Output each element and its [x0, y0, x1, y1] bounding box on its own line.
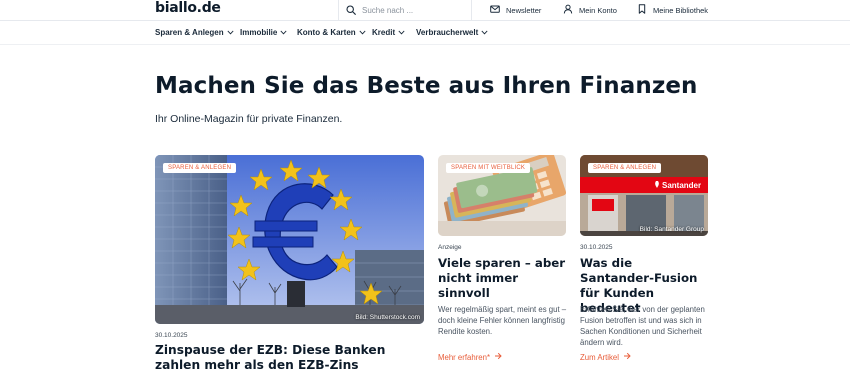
chevron-down-icon	[356, 28, 366, 37]
nav-label: Kredit	[372, 28, 396, 37]
article-title[interactable]: Viele sparen – aber nicht immer sinnvoll	[438, 256, 566, 301]
nav-item-kredit[interactable]: Kredit	[372, 28, 405, 37]
article-teaser: Wer regelmäßig spart, meint es gut – doc…	[438, 305, 567, 336]
main-navigation: Sparen & Anlegen Immobilie Konto & Karte…	[0, 22, 850, 45]
nav-item-konto-karten[interactable]: Konto & Karten	[297, 28, 366, 37]
search-input[interactable]	[362, 6, 462, 15]
ad-label: Anzeige	[438, 244, 462, 251]
library-label: Meine Bibliothek	[653, 5, 709, 15]
chevron-down-icon	[277, 28, 287, 37]
ezb-euro-sculpture-image	[155, 155, 424, 324]
account-link[interactable]: Mein Konto	[563, 0, 617, 20]
article-title[interactable]: Zinspause der EZB: Diese Banken zahlen m…	[155, 343, 430, 373]
newsletter-label: Newsletter	[506, 5, 542, 15]
chevron-down-icon	[395, 28, 405, 37]
read-more-link[interactable]: Mehr erfahren*	[438, 352, 502, 362]
read-more-link[interactable]: Zum Artikel	[580, 352, 631, 362]
category-badge[interactable]: Sparen mit Weitblick	[446, 163, 531, 173]
nav-label: Verbraucherwelt	[416, 28, 479, 37]
search-box[interactable]	[338, 0, 472, 21]
article-image-ezb[interactable]: Sparen & Anlegen Bild: Shutterstock.com	[155, 155, 424, 324]
category-badge[interactable]: Sparen & Anlegen	[163, 163, 237, 173]
library-link[interactable]: Meine Bibliothek	[637, 0, 708, 20]
user-icon	[563, 4, 579, 16]
logo[interactable]: biallo.de	[155, 0, 221, 17]
arrow-right-icon	[619, 352, 631, 362]
bookmark-icon	[637, 4, 653, 16]
mail-icon	[490, 4, 506, 16]
read-more-label: Zum Artikel	[580, 352, 619, 362]
image-credit: Bild: Santander Group	[639, 226, 704, 233]
nav-label: Sparen & Anlegen	[155, 28, 224, 37]
category-badge[interactable]: Sparen & Anlegen	[588, 163, 662, 173]
chevron-down-icon	[478, 28, 488, 37]
article-image-santander[interactable]: Santander Sparen & Anlegen Bild: Santand…	[580, 155, 708, 236]
nav-label: Immobilie	[240, 28, 278, 37]
nav-item-verbraucherwelt[interactable]: Verbraucherwelt	[416, 28, 488, 37]
chevron-down-icon	[224, 28, 234, 37]
newsletter-link[interactable]: Newsletter	[490, 0, 541, 20]
nav-item-sparen-anlegen[interactable]: Sparen & Anlegen	[155, 28, 234, 37]
article-image-sparen[interactable]: Sparen mit Weitblick	[438, 155, 566, 236]
article-date: 30.10.2025	[155, 332, 188, 339]
page-subtitle: Ihr Online-Magazin für private Finanzen.	[155, 113, 343, 125]
read-more-label: Mehr erfahren*	[438, 352, 491, 362]
image-credit: Bild: Shutterstock.com	[355, 314, 420, 321]
nav-item-immobilie[interactable]: Immobilie	[240, 28, 287, 37]
search-icon	[346, 2, 356, 20]
arrow-right-icon	[490, 352, 502, 362]
top-header: biallo.de Newsletter Mein Konto Meine Bi…	[0, 0, 850, 21]
article-date: 30.10.2025	[580, 244, 613, 251]
account-label: Mein Konto	[579, 5, 617, 15]
nav-label: Konto & Karten	[297, 28, 356, 37]
page-title: Machen Sie das Beste aus Ihren Finanzen	[155, 73, 698, 99]
article-teaser: Erfahren Sie, wer von der geplanten Fusi…	[580, 305, 705, 347]
santander-brand-text: Santander	[662, 181, 701, 190]
